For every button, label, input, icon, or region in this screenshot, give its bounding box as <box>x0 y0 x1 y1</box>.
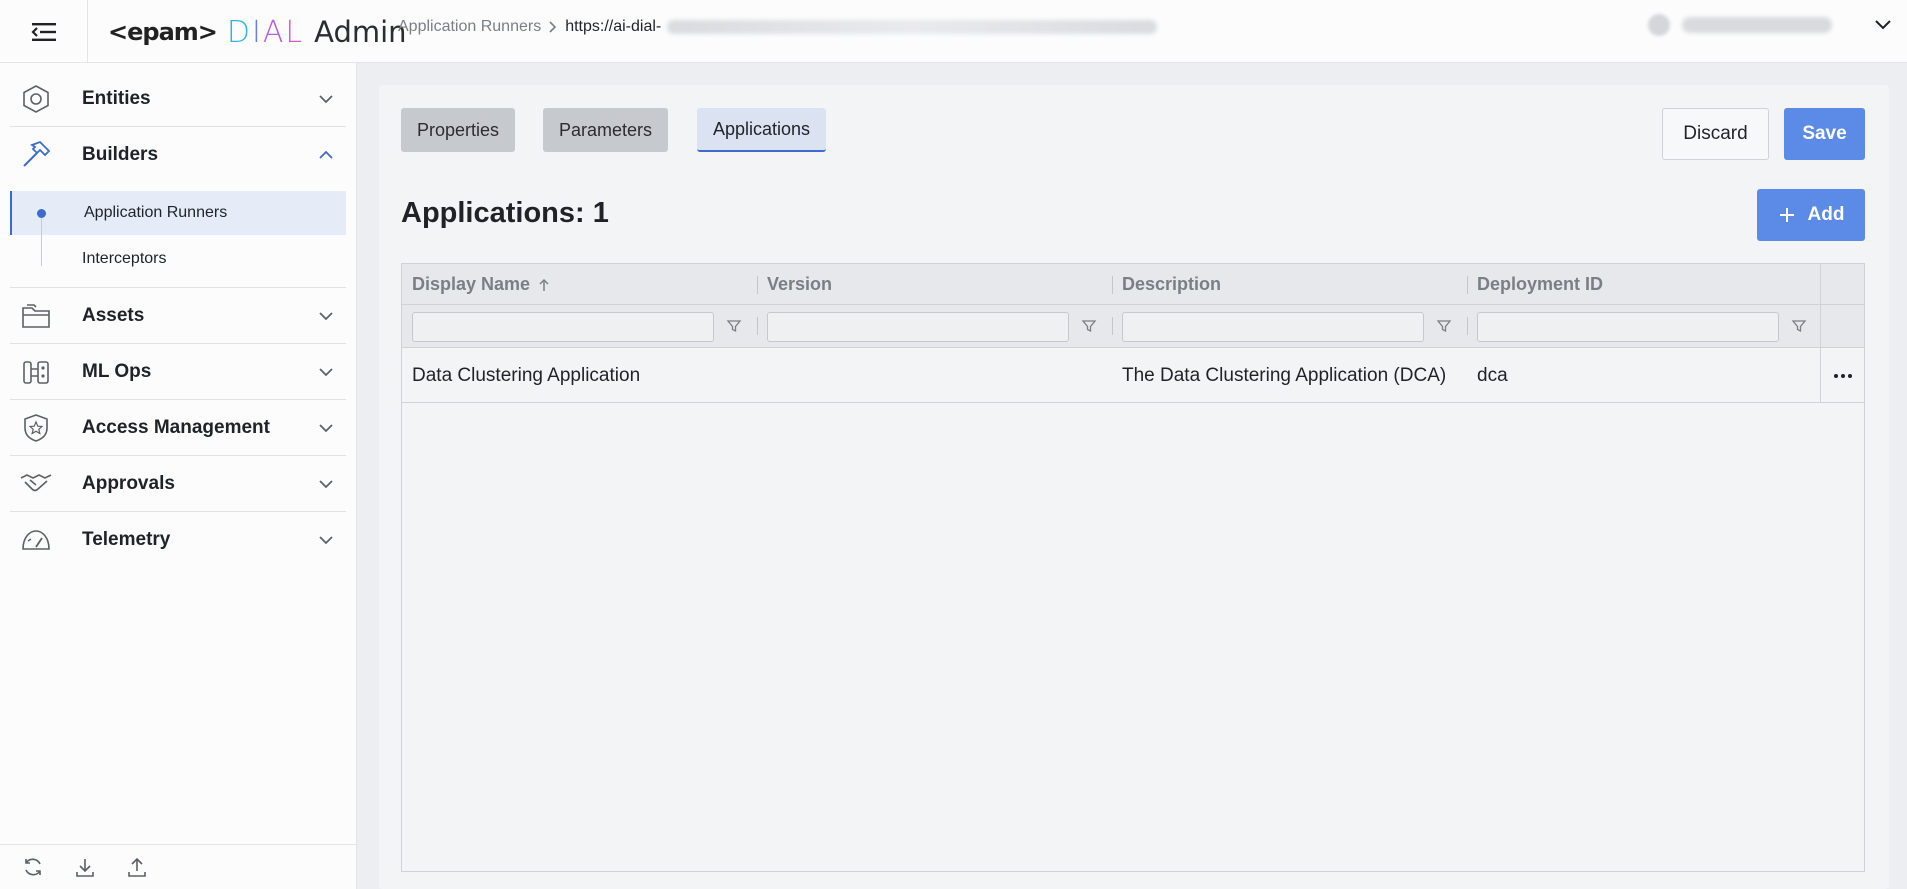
sidebar-item-label: Entities <box>82 87 151 109</box>
chevron-right-icon <box>549 21 557 33</box>
table-row[interactable]: Data Clustering Application The Data Clu… <box>402 348 1864 403</box>
sidebar-item-access-management[interactable]: Access Management <box>10 400 346 456</box>
sidebar-subitem-label: Interceptors <box>82 250 167 267</box>
cell-description: The Data Clustering Application (DCA) <box>1122 364 1447 386</box>
sidebar-item-builders[interactable]: Builders <box>10 127 346 183</box>
user-name-blurred <box>1682 17 1832 33</box>
breadcrumb-current: https://ai-dial- <box>565 18 662 35</box>
chevron-down-icon <box>1875 20 1891 30</box>
filter-icon[interactable] <box>726 318 742 334</box>
filter-input-deployment-id[interactable] <box>1477 312 1779 342</box>
row-actions-button[interactable] <box>1821 348 1864 403</box>
chevron-down-icon <box>319 479 333 488</box>
filter-row <box>402 305 1864 348</box>
tab-properties[interactable]: Properties <box>401 108 516 152</box>
plus-icon <box>1779 208 1794 222</box>
refresh-icon[interactable] <box>22 856 44 878</box>
column-header-description[interactable]: Description <box>1112 264 1467 305</box>
dial-logo: DIAL <box>226 14 305 50</box>
sidebar-item-telemetry[interactable]: Telemetry <box>10 512 346 568</box>
sidebar-subitem-application-runners[interactable]: Application Runners <box>10 191 346 235</box>
add-button-label: Add <box>1807 204 1845 225</box>
sidebar-item-assets[interactable]: Assets <box>10 288 346 344</box>
shield-star-icon <box>24 413 48 442</box>
sidebar-item-label: ML Ops <box>82 360 152 382</box>
breadcrumb: Application Runners https://ai-dial- <box>398 18 1158 36</box>
mlops-icon <box>23 360 49 384</box>
page-title: Applications: 1 <box>401 197 609 229</box>
tab-parameters[interactable]: Parameters <box>543 108 669 152</box>
app-logo[interactable]: <epam> DIAL Admin <box>108 12 407 52</box>
chevron-down-icon <box>319 367 333 376</box>
gauge-icon <box>22 530 50 550</box>
tab-applications[interactable]: Applications <box>697 108 827 152</box>
folder-icon <box>22 303 50 328</box>
menu-collapse-icon <box>30 22 56 41</box>
hexagon-icon <box>23 84 49 113</box>
filter-icon[interactable] <box>1791 318 1807 334</box>
cell-display-name: Data Clustering Application <box>412 364 641 386</box>
top-header: <epam> DIAL Admin Application Runners ht… <box>0 0 1907 63</box>
blurred-url-remainder <box>667 20 1158 34</box>
chevron-down-icon <box>319 94 333 103</box>
download-icon[interactable] <box>74 856 96 878</box>
filter-input-description[interactable] <box>1122 312 1424 342</box>
chevron-up-icon <box>319 150 333 159</box>
avatar <box>1648 14 1670 36</box>
sidebar-item-label: Access Management <box>82 416 270 438</box>
column-header-display-name[interactable]: Display Name <box>402 264 757 305</box>
handshake-icon <box>20 473 52 491</box>
add-button[interactable]: Add <box>1757 189 1865 241</box>
filter-icon[interactable] <box>1436 318 1452 334</box>
sidebar-footer <box>0 844 356 889</box>
upload-icon[interactable] <box>126 856 148 878</box>
sort-ascending-icon <box>539 278 549 291</box>
sidebar-item-label: Assets <box>82 304 145 326</box>
sidebar-item-entities[interactable]: Entities <box>10 71 346 127</box>
chevron-down-icon <box>319 536 333 545</box>
sidebar: Entities Builders Application Runners In… <box>0 63 357 889</box>
sidebar-subitem-interceptors[interactable]: Interceptors <box>10 237 346 281</box>
filter-input-version[interactable] <box>767 312 1069 342</box>
menu-toggle-button[interactable] <box>0 0 88 63</box>
epam-logo: <epam> <box>108 18 218 46</box>
applications-table: Display Name Version Description Deploym… <box>401 263 1865 872</box>
column-header-version[interactable]: Version <box>757 264 1112 305</box>
chevron-down-icon <box>319 423 333 432</box>
chevron-down-icon <box>319 311 333 320</box>
filter-icon[interactable] <box>1081 318 1097 334</box>
main-panel: Properties Parameters Applications Disca… <box>379 85 1889 889</box>
discard-button[interactable]: Discard <box>1662 108 1769 160</box>
more-horizontal-icon <box>1833 373 1852 378</box>
table-header: Display Name Version Description Deploym… <box>402 264 1864 305</box>
active-dot-icon <box>37 209 46 218</box>
sidebar-item-label: Builders <box>82 144 159 165</box>
admin-label: Admin <box>314 15 407 49</box>
sidebar-item-approvals[interactable]: Approvals <box>10 456 346 512</box>
sidebar-item-label: Approvals <box>82 472 175 494</box>
hammer-icon <box>23 140 51 167</box>
sidebar-item-ml-ops[interactable]: ML Ops <box>10 344 346 400</box>
breadcrumb-parent[interactable]: Application Runners <box>398 18 541 36</box>
filter-input-display-name[interactable] <box>412 312 714 342</box>
cell-version <box>757 348 1112 403</box>
column-header-deployment-id[interactable]: Deployment ID <box>1467 264 1820 305</box>
save-button[interactable]: Save <box>1784 108 1865 160</box>
cell-deployment-id: dca <box>1477 364 1508 386</box>
sidebar-item-label: Telemetry <box>82 529 171 550</box>
user-menu[interactable] <box>1648 14 1892 36</box>
